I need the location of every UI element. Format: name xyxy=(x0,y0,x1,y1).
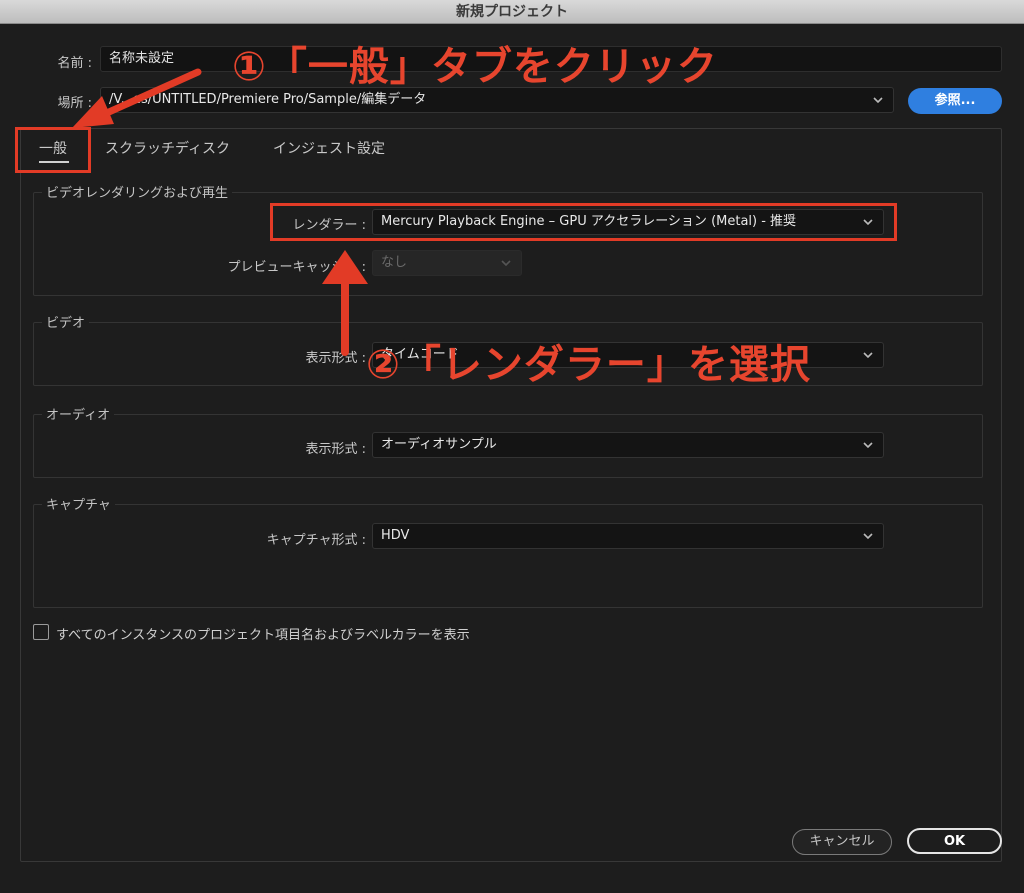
annotation-step1-text: ①「一般」タブをクリック xyxy=(232,44,718,90)
cancel-button[interactable]: キャンセル xyxy=(792,829,892,855)
group-capture-title: キャプチャ xyxy=(42,494,115,513)
name-label: 名前 : xyxy=(57,56,92,71)
preview-cache-label: プレビューキャッシュ : xyxy=(227,260,366,275)
group-capture xyxy=(33,504,983,608)
tab-ingest-settings[interactable]: インジェスト設定 xyxy=(273,138,385,158)
browse-button[interactable]: 参照... xyxy=(908,88,1002,114)
audio-display-format-label: 表示形式 : xyxy=(305,442,366,457)
video-display-format-label: 表示形式 : xyxy=(305,351,366,366)
chevron-down-icon xyxy=(861,437,875,451)
annotation-step2-text: ②「レンダラー」を選択 xyxy=(366,342,811,388)
audio-display-format-value: オーディオサンプル xyxy=(381,437,497,452)
preview-cache-select[interactable]: なし xyxy=(372,250,522,276)
capture-format-label: キャプチャ形式 : xyxy=(266,533,366,548)
group-audio-title: オーディオ xyxy=(42,404,115,423)
location-value: /V...es/UNTITLED/Premiere Pro/Sample/編集デ… xyxy=(109,92,427,107)
annotation-box-renderer xyxy=(270,203,897,241)
chevron-down-icon xyxy=(861,347,875,361)
audio-display-format-select[interactable]: オーディオサンプル xyxy=(372,432,884,458)
preview-cache-value: なし xyxy=(381,255,408,270)
annotation-box-general-tab xyxy=(15,127,91,173)
window-title: 新規プロジェクト xyxy=(0,0,1024,24)
group-video-rendering-title: ビデオレンダリングおよび再生 xyxy=(42,182,233,201)
capture-format-select[interactable]: HDV xyxy=(372,523,884,549)
chevron-down-icon xyxy=(861,528,875,542)
group-video-title: ビデオ xyxy=(42,312,90,331)
show-label-colors-checkbox[interactable] xyxy=(33,624,49,640)
chevron-down-icon xyxy=(871,92,885,106)
ok-button[interactable]: OK xyxy=(907,828,1002,854)
chevron-down-icon xyxy=(499,255,513,269)
show-label-colors-label: すべてのインスタンスのプロジェクト項目名およびラベルカラーを表示 xyxy=(56,628,470,643)
new-project-dialog: 名前 : 名称未設定 場所 : /V...es/UNTITLED/Premier… xyxy=(0,24,1024,893)
location-label: 場所 : xyxy=(57,96,92,111)
tab-scratch-disks[interactable]: スクラッチディスク xyxy=(105,138,230,158)
capture-format-value: HDV xyxy=(381,528,410,543)
